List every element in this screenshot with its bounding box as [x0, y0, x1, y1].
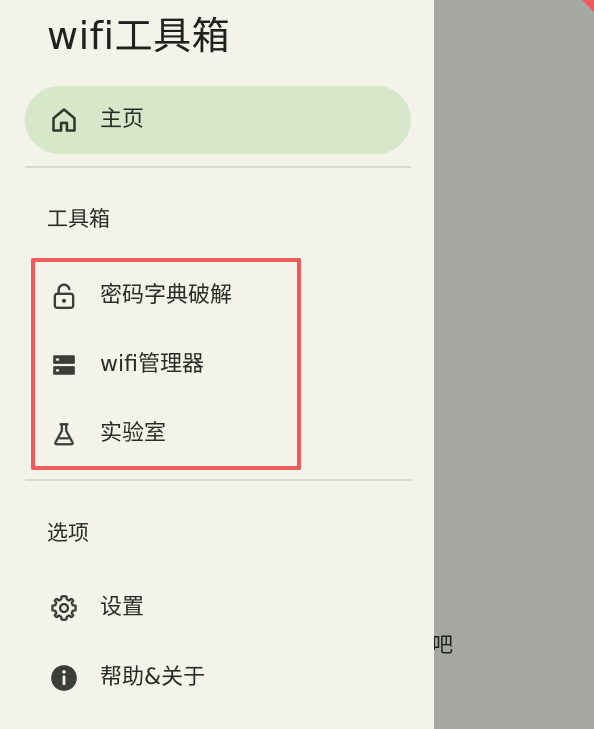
nav-item-help-about[interactable]: 帮助&关于 — [25, 650, 411, 706]
nav-item-lab[interactable]: 实验室 — [25, 406, 411, 462]
flask-icon — [49, 419, 79, 449]
nav-item-label: 密码字典破解 — [100, 283, 233, 308]
lock-open-icon — [49, 281, 79, 311]
info-icon — [49, 663, 79, 693]
gear-icon — [49, 593, 79, 623]
divider — [25, 479, 411, 481]
nav-item-label: 设置 — [100, 595, 145, 620]
nav-item-password-dictionary[interactable]: 密码字典破解 — [25, 268, 411, 324]
nav-item-label: wifi管理器 — [100, 352, 204, 377]
nav-item-label: 帮助&关于 — [100, 665, 206, 690]
navigation-drawer: wifi工具箱 主页 工具箱 密码字典破解 wifi管理器 实验室 选项 设置 … — [0, 0, 434, 729]
nav-item-settings[interactable]: 设置 — [25, 580, 411, 636]
home-icon — [49, 105, 79, 135]
nav-item-home-label: 主页 — [100, 107, 145, 132]
storage-icon — [49, 350, 79, 380]
section-title-options: 选项 — [47, 521, 89, 545]
app-screen: 吧 wifi工具箱 主页 工具箱 密码字典破解 wifi管理器 实验室 选项 设… — [0, 0, 594, 729]
section-title-tools: 工具箱 — [47, 207, 110, 231]
nav-item-home[interactable]: 主页 — [25, 86, 411, 154]
nav-item-label: 实验室 — [100, 421, 167, 446]
corner-accent — [582, 0, 594, 12]
app-title: wifi工具箱 — [47, 14, 231, 58]
nav-item-wifi-manager[interactable]: wifi管理器 — [25, 337, 411, 393]
background-text: 吧 — [432, 633, 453, 657]
divider — [25, 166, 411, 168]
